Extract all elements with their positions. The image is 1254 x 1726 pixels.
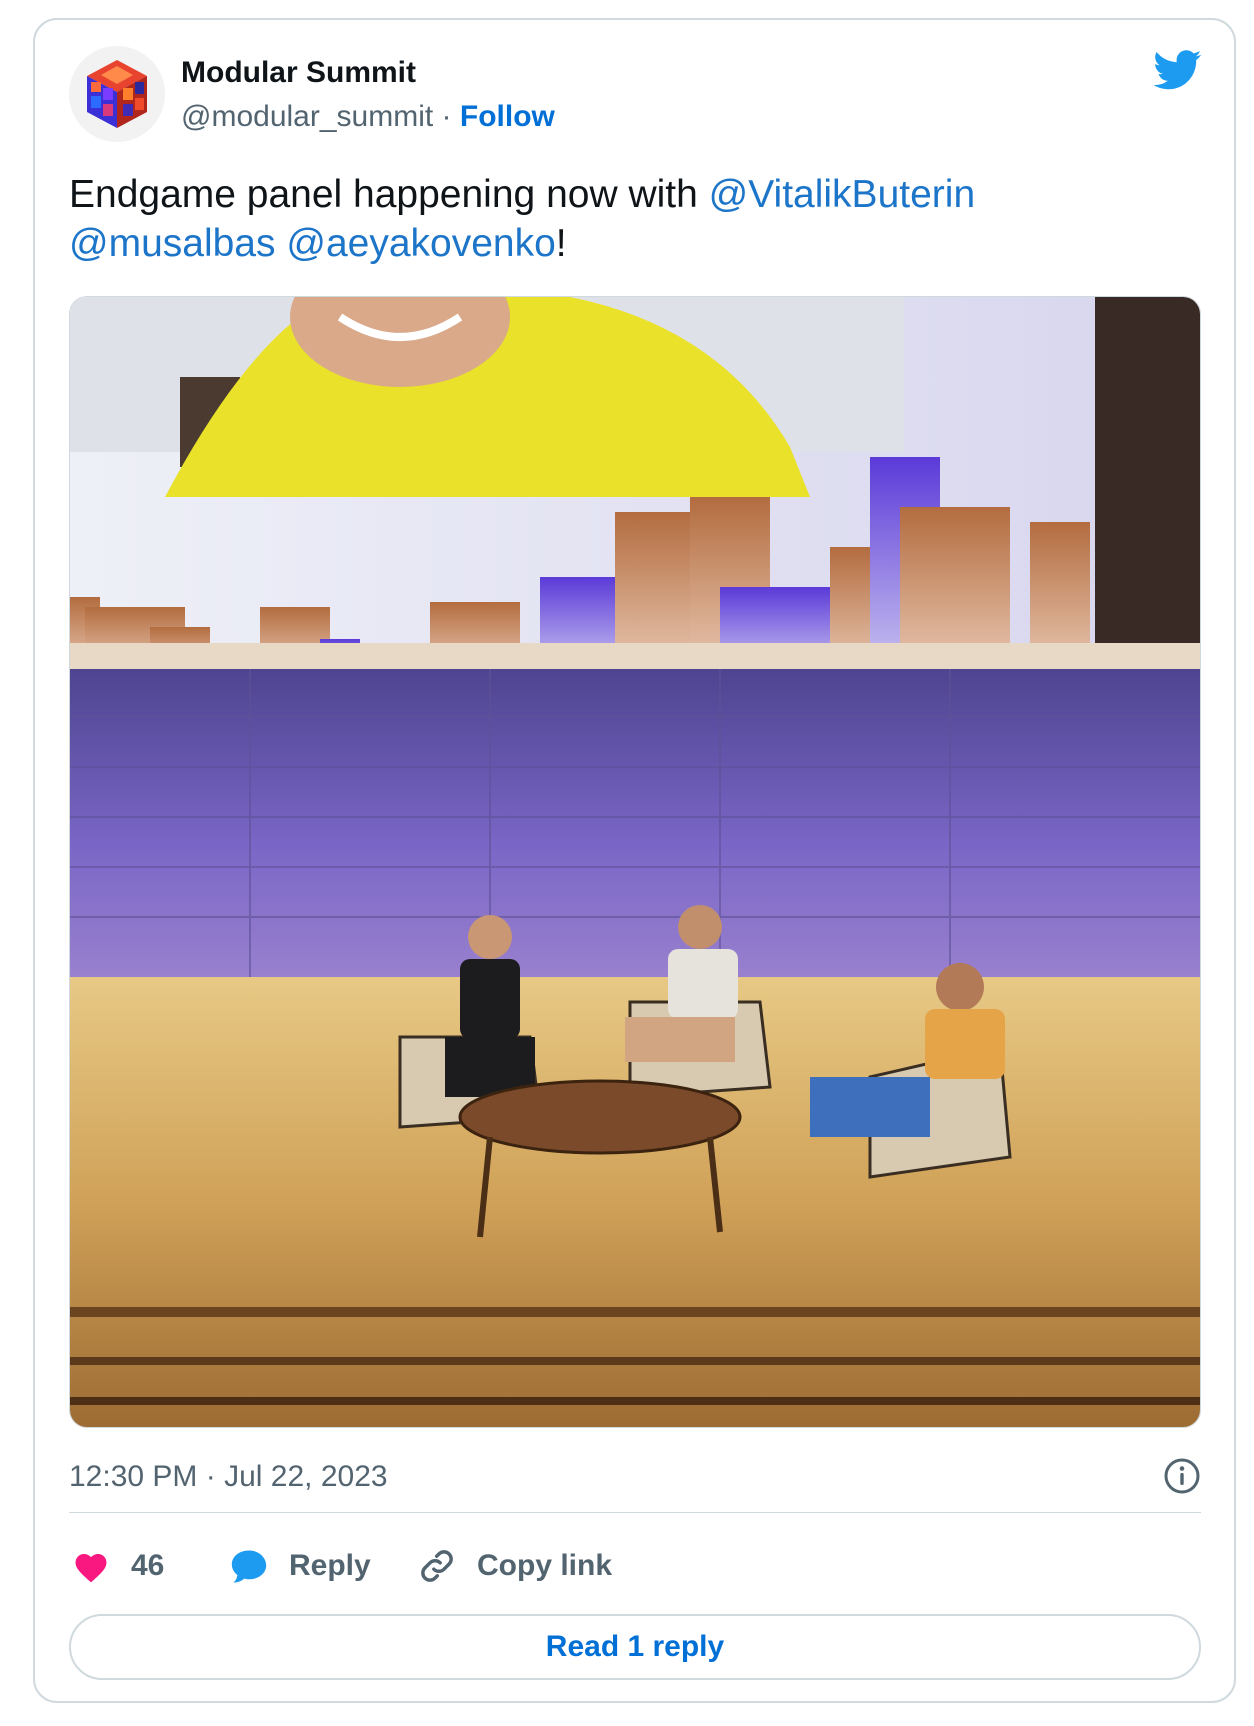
heart-icon bbox=[69, 1544, 113, 1588]
handle-row: @modular_summit · Follow bbox=[181, 100, 555, 134]
handle-separator: · bbox=[441, 100, 452, 133]
tweet-text-before: Endgame panel happening now with bbox=[69, 173, 709, 216]
tweet-card: Modular Summit @modular_summit · Follow … bbox=[33, 18, 1236, 1703]
twitter-bird-icon[interactable] bbox=[1154, 50, 1202, 90]
mention-musalbas[interactable]: @musalbas bbox=[69, 222, 276, 265]
tweet-date: Jul 22, 2023 bbox=[224, 1460, 388, 1493]
mention-vitalikbuterin[interactable]: @VitalikButerin bbox=[709, 173, 976, 216]
divider bbox=[69, 1512, 1201, 1513]
like-button[interactable]: 46 bbox=[69, 1536, 164, 1596]
reply-bubble-icon bbox=[227, 1544, 271, 1588]
reply-label: Reply bbox=[289, 1549, 371, 1582]
account-handle[interactable]: @modular_summit bbox=[181, 100, 433, 133]
copy-link-button[interactable]: Copy link bbox=[415, 1536, 612, 1596]
like-count: 46 bbox=[131, 1549, 165, 1582]
tweet-time: 12:30 PM bbox=[69, 1460, 198, 1493]
read-replies-button[interactable]: Read 1 reply bbox=[69, 1614, 1201, 1680]
follow-button[interactable]: Follow bbox=[460, 100, 555, 133]
account-name[interactable]: Modular Summit bbox=[181, 56, 416, 90]
tweet-text-after: ! bbox=[555, 222, 567, 265]
mention-aeyakovenko[interactable]: @aeyakovenko bbox=[286, 222, 555, 265]
profile-avatar[interactable] bbox=[69, 46, 165, 142]
link-icon bbox=[415, 1544, 459, 1588]
timestamp-separator: · bbox=[205, 1460, 216, 1493]
tweet-photo[interactable] bbox=[69, 296, 1201, 1428]
tweet-actions: 46 Reply Copy link bbox=[69, 1536, 1201, 1596]
tweet-text: Endgame panel happening now with @Vitali… bbox=[69, 170, 1189, 268]
panel-photo-image bbox=[70, 297, 1200, 1427]
copy-link-label: Copy link bbox=[477, 1549, 613, 1582]
modular-cube-logo-icon bbox=[87, 60, 147, 128]
info-icon[interactable] bbox=[1162, 1456, 1202, 1496]
reply-button[interactable]: Reply bbox=[227, 1536, 371, 1596]
tweet-timestamp[interactable]: 12:30 PM · Jul 22, 2023 bbox=[69, 1460, 388, 1494]
